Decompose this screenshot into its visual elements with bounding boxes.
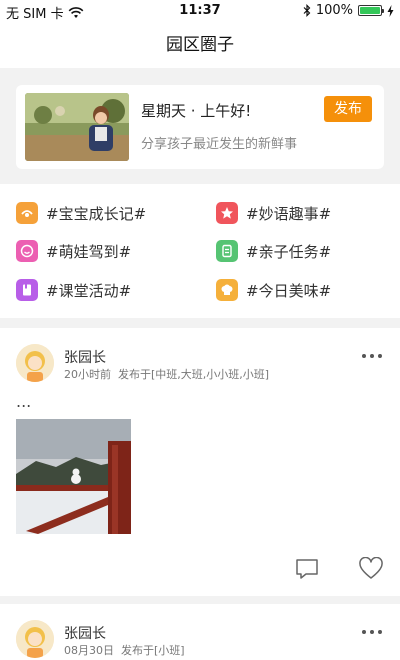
topic-grid: #宝宝成长记# #妙语趣事# #萌娃驾到# #亲子任务# #课堂活动# #今日美… (0, 184, 400, 318)
more-icon[interactable] (362, 354, 384, 360)
composer-hint: 分享孩子最近发生的新鲜事 (141, 137, 298, 152)
topic-label: #课堂活动# (46, 281, 132, 300)
post-scope: 发布于[小班] (121, 644, 185, 657)
star-icon (216, 202, 238, 224)
growth-icon (16, 202, 38, 224)
topic-item-task[interactable]: #亲子任务# (216, 240, 331, 262)
post-card: 张园长 08月30日 发布于[小班] (0, 604, 400, 660)
status-bar: 无 SIM 卡 11:37 100% (0, 0, 400, 22)
avatar[interactable] (16, 344, 54, 382)
battery-percent: 100% (315, 3, 353, 18)
composer-area: 星期天 · 上午好! 分享孩子最近发生的新鲜事 发布 (0, 68, 400, 184)
post-time: 20小时前 (64, 368, 111, 381)
post-time: 08月30日 (64, 644, 114, 657)
page-title: 园区圈子 (166, 35, 234, 55)
nav-bar: 园区圈子 (0, 22, 400, 68)
post-meta: 20小时前 发布于[中班,大班,小小班,小班] (64, 366, 269, 382)
composer-card[interactable]: 星期天 · 上午好! 分享孩子最近发生的新鲜事 发布 (16, 85, 384, 169)
book-icon (16, 279, 38, 301)
bluetooth-icon (303, 4, 311, 17)
post-image[interactable] (16, 419, 131, 534)
post-card: 张园长 20小时前 发布于[中班,大班,小小班,小班] ... (0, 328, 400, 596)
comment-icon[interactable] (294, 557, 320, 581)
status-right: 100% (303, 3, 394, 18)
topic-label: #亲子任务# (246, 242, 332, 261)
topic-item-kids[interactable]: #萌娃驾到# (16, 240, 131, 262)
topic-item-class[interactable]: #课堂活动# (16, 279, 131, 301)
heart-icon[interactable] (358, 557, 384, 581)
task-icon (216, 240, 238, 262)
charging-icon (387, 4, 394, 17)
composer-photo (25, 93, 129, 161)
smile-icon (16, 240, 38, 262)
greeting-text: 星期天 · 上午好! (141, 102, 252, 120)
post-scope: 发布于[中班,大班,小小班,小班] (118, 368, 270, 381)
topic-label: #萌娃驾到# (46, 242, 132, 261)
avatar[interactable] (16, 620, 54, 658)
more-icon[interactable] (362, 630, 384, 636)
post-meta: 08月30日 发布于[小班] (64, 642, 185, 658)
topic-label: #妙语趣事# (246, 204, 332, 223)
topic-item-funny[interactable]: #妙语趣事# (216, 202, 331, 224)
post-text: ... (16, 392, 32, 411)
battery-icon (358, 5, 384, 16)
topic-item-food[interactable]: #今日美味# (216, 279, 331, 301)
topic-item-growth[interactable]: #宝宝成长记# (16, 202, 146, 224)
publish-button[interactable]: 发布 (324, 96, 372, 122)
post-author[interactable]: 张园长 (64, 347, 106, 367)
topic-label: #今日美味# (246, 281, 332, 300)
topic-label: #宝宝成长记# (46, 204, 147, 223)
post-author[interactable]: 张园长 (64, 623, 106, 643)
chef-hat-icon (216, 279, 238, 301)
battery-fill (360, 7, 380, 14)
